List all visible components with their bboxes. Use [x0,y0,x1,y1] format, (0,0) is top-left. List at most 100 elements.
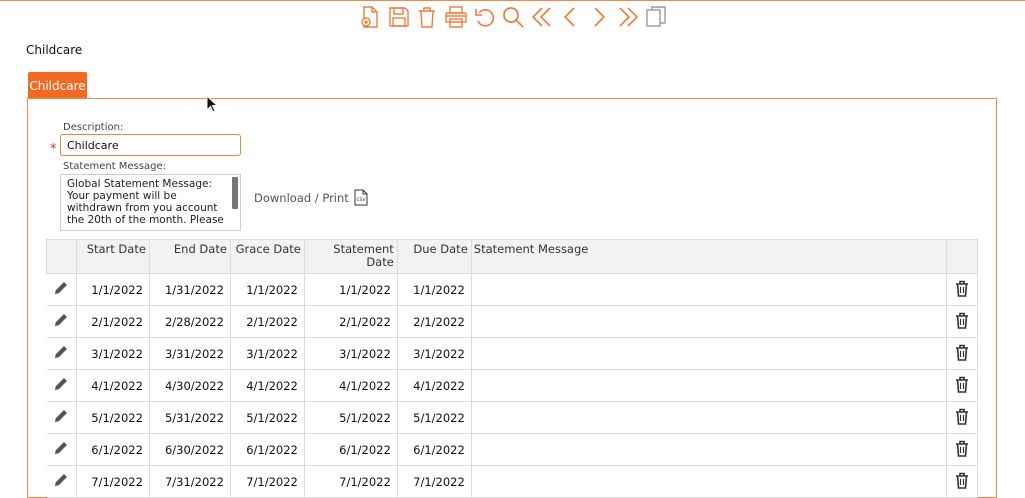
cell-grace-date: 6/1/2022 [230,433,305,466]
cell-end-date: 6/30/2022 [149,433,231,466]
header-due-date[interactable]: Due Date [396,239,472,274]
edit-row-button[interactable] [46,433,77,466]
delete-icon [419,7,436,28]
copy-button[interactable] [642,4,671,30]
description-input[interactable] [60,134,241,156]
cell-end-date: 4/30/2022 [149,369,231,402]
delete-row-button[interactable] [946,433,979,466]
cell-due-date: 3/1/2022 [397,337,472,370]
cell-start-date: 1/1/2022 [76,273,150,306]
required-indicator: * [50,142,57,157]
cell-start-date: 7/1/2022 [76,465,150,498]
search-icon [503,7,524,28]
cell-grace-date: 4/1/2022 [230,369,305,402]
cell-due-date: 2/1/2022 [397,305,472,338]
new-document-icon [361,6,378,28]
search-button[interactable] [499,4,528,30]
cell-start-date: 5/1/2022 [76,401,150,434]
copy-icon [646,6,666,27]
cell-grace-date: 7/1/2022 [230,465,305,498]
header-end-date[interactable]: End Date [148,239,231,274]
csv-file-icon: CSV [354,189,368,206]
cell-statement-message [471,465,947,498]
first-record-button[interactable] [528,4,557,30]
last-record-icon [619,7,638,27]
undo-icon [474,9,494,27]
edit-row-button[interactable] [46,465,77,498]
table-header-row: Start Date End Date Grace Date Statement… [46,239,979,274]
cell-statement-message [471,369,947,402]
statement-periods-table: Start Date End Date Grace Date Statement… [46,239,979,498]
cell-grace-date: 1/1/2022 [230,273,305,306]
table-row: 3/1/2022 3/31/2022 3/1/2022 3/1/2022 3/1/202… [46,337,979,370]
cell-start-date: 6/1/2022 [76,433,150,466]
cell-statement-date: 1/1/2022 [304,273,398,306]
table-row: 5/1/2022 5/31/2022 5/1/2022 5/1/2022 5/1/202… [46,401,979,434]
last-record-button[interactable] [613,4,642,30]
delete-row-button[interactable] [946,465,979,498]
edit-row-button[interactable] [46,273,77,306]
header-delete [945,239,979,274]
cell-end-date: 1/31/2022 [149,273,231,306]
delete-row-button[interactable] [946,305,979,338]
cell-statement-message [471,401,947,434]
header-statement-message[interactable]: Statement Message [470,239,947,274]
mouse-cursor [206,95,218,113]
delete-row-button[interactable] [946,401,979,434]
edit-row-button[interactable] [46,401,77,434]
description-label: Description: [63,122,124,133]
cell-due-date: 4/1/2022 [397,369,472,402]
statement-message-textarea[interactable]: Global Statement Message: Your payment w… [60,174,241,231]
header-statement-date[interactable]: Statement Date [303,239,398,274]
edit-row-button[interactable] [46,305,77,338]
header-statement-date-line2: Date [366,255,394,269]
header-statement-date-line1: Statement [333,242,394,256]
header-grace-date[interactable]: Grace Date [229,239,305,274]
cell-end-date: 7/31/2022 [149,465,231,498]
cell-start-date: 2/1/2022 [76,305,150,338]
cell-grace-date: 3/1/2022 [230,337,305,370]
svg-text:CSV: CSV [356,197,366,203]
pencil-icon [55,282,68,294]
pencil-icon [55,346,68,358]
delete-row-button[interactable] [946,337,979,370]
cell-due-date: 5/1/2022 [397,401,472,434]
table-row: 6/1/2022 6/30/2022 6/1/2022 6/1/2022 6/1/202… [46,433,979,466]
delete-row-button[interactable] [946,369,979,402]
edit-row-button[interactable] [46,337,77,370]
cell-statement-date: 5/1/2022 [304,401,398,434]
cell-end-date: 5/31/2022 [149,401,231,434]
cell-start-date: 3/1/2022 [76,337,150,370]
cell-statement-date: 6/1/2022 [304,433,398,466]
cell-end-date: 3/31/2022 [149,337,231,370]
cell-statement-message [471,273,947,306]
pencil-icon [55,314,68,326]
edit-row-button[interactable] [46,369,77,402]
pencil-icon [55,442,68,454]
first-record-icon [531,7,551,27]
next-record-button[interactable] [585,4,614,30]
table-row: 2/1/2022 2/28/2022 2/1/2022 2/1/2022 2/1/202… [46,305,979,338]
cell-end-date: 2/28/2022 [149,305,231,338]
download-print-link[interactable]: Download / Print CSV [254,189,368,206]
print-button[interactable] [442,4,471,30]
delete-button[interactable] [413,4,442,30]
table-row: 1/1/2022 1/31/2022 1/1/2022 1/1/2022 1/1/202… [46,273,979,306]
statement-message-label: Statement Message: [63,161,166,172]
header-start-date[interactable]: Start Date [75,239,150,274]
cell-grace-date: 5/1/2022 [230,401,305,434]
undo-button[interactable] [470,4,499,30]
cell-statement-message [471,433,947,466]
trash-icon [955,408,968,425]
table-row: 7/1/2022 7/31/2022 7/1/2022 7/1/2022 7/1/202… [46,465,979,498]
cell-due-date: 6/1/2022 [397,433,472,466]
tab-childcare[interactable]: Childcare [28,72,87,99]
new-button[interactable] [356,4,385,30]
delete-row-button[interactable] [946,273,979,306]
cell-statement-message [471,305,947,338]
save-button[interactable] [385,4,414,30]
textarea-scrollbar[interactable] [232,177,238,209]
trash-icon [955,344,968,361]
cell-start-date: 4/1/2022 [76,369,150,402]
previous-record-button[interactable] [556,4,585,30]
